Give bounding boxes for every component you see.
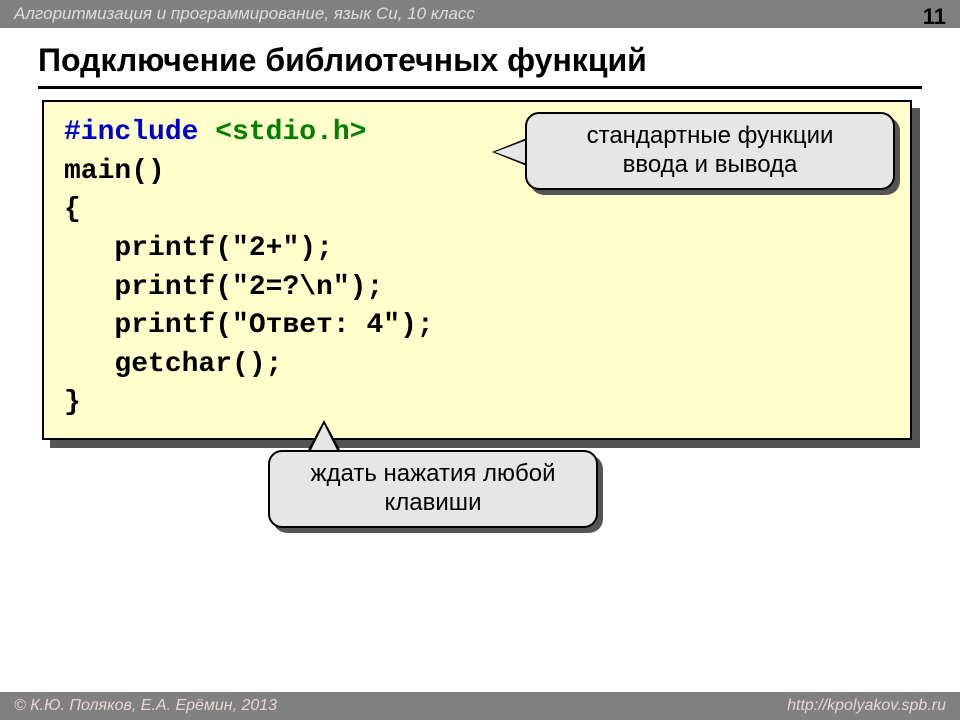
- callout-stdio: стандартные функции ввода и вывода: [525, 112, 895, 190]
- code-line: }: [64, 384, 890, 423]
- header-bar: Алгоритмизация и программирование, язык …: [0, 0, 960, 28]
- code-line: getchar();: [64, 346, 890, 385]
- code-line: printf("2+");: [64, 230, 890, 269]
- callout-text: ввода и вывода: [545, 151, 875, 180]
- include-keyword: #include: [64, 117, 198, 148]
- callout-text: клавиши: [288, 489, 578, 518]
- code-line: {: [64, 191, 890, 230]
- callout-text: ждать нажатия любой: [288, 460, 578, 489]
- code-line: printf("2=?\n");: [64, 269, 890, 308]
- header-file: <stdio.h>: [215, 117, 366, 148]
- callout-pointer: [310, 424, 338, 452]
- slide-title: Подключение библиотечных функций: [38, 42, 647, 79]
- course-label: Алгоритмизация и программирование, язык …: [14, 4, 475, 24]
- copyright: © К.Ю. Поляков, Е.А. Ерёмин, 2013: [14, 697, 277, 715]
- callout-text: стандартные функции: [545, 122, 875, 151]
- footer-url: http://kpolyakov.spb.ru: [787, 697, 946, 715]
- title-underline: [38, 86, 922, 89]
- code-line: printf("Ответ: 4");: [64, 307, 890, 346]
- footer-bar: © К.Ю. Поляков, Е.А. Ерёмин, 2013 http:/…: [0, 692, 960, 720]
- callout-pointer: [495, 140, 527, 164]
- page-number: 11: [923, 4, 946, 30]
- callout-getchar: ждать нажатия любой клавиши: [268, 450, 598, 528]
